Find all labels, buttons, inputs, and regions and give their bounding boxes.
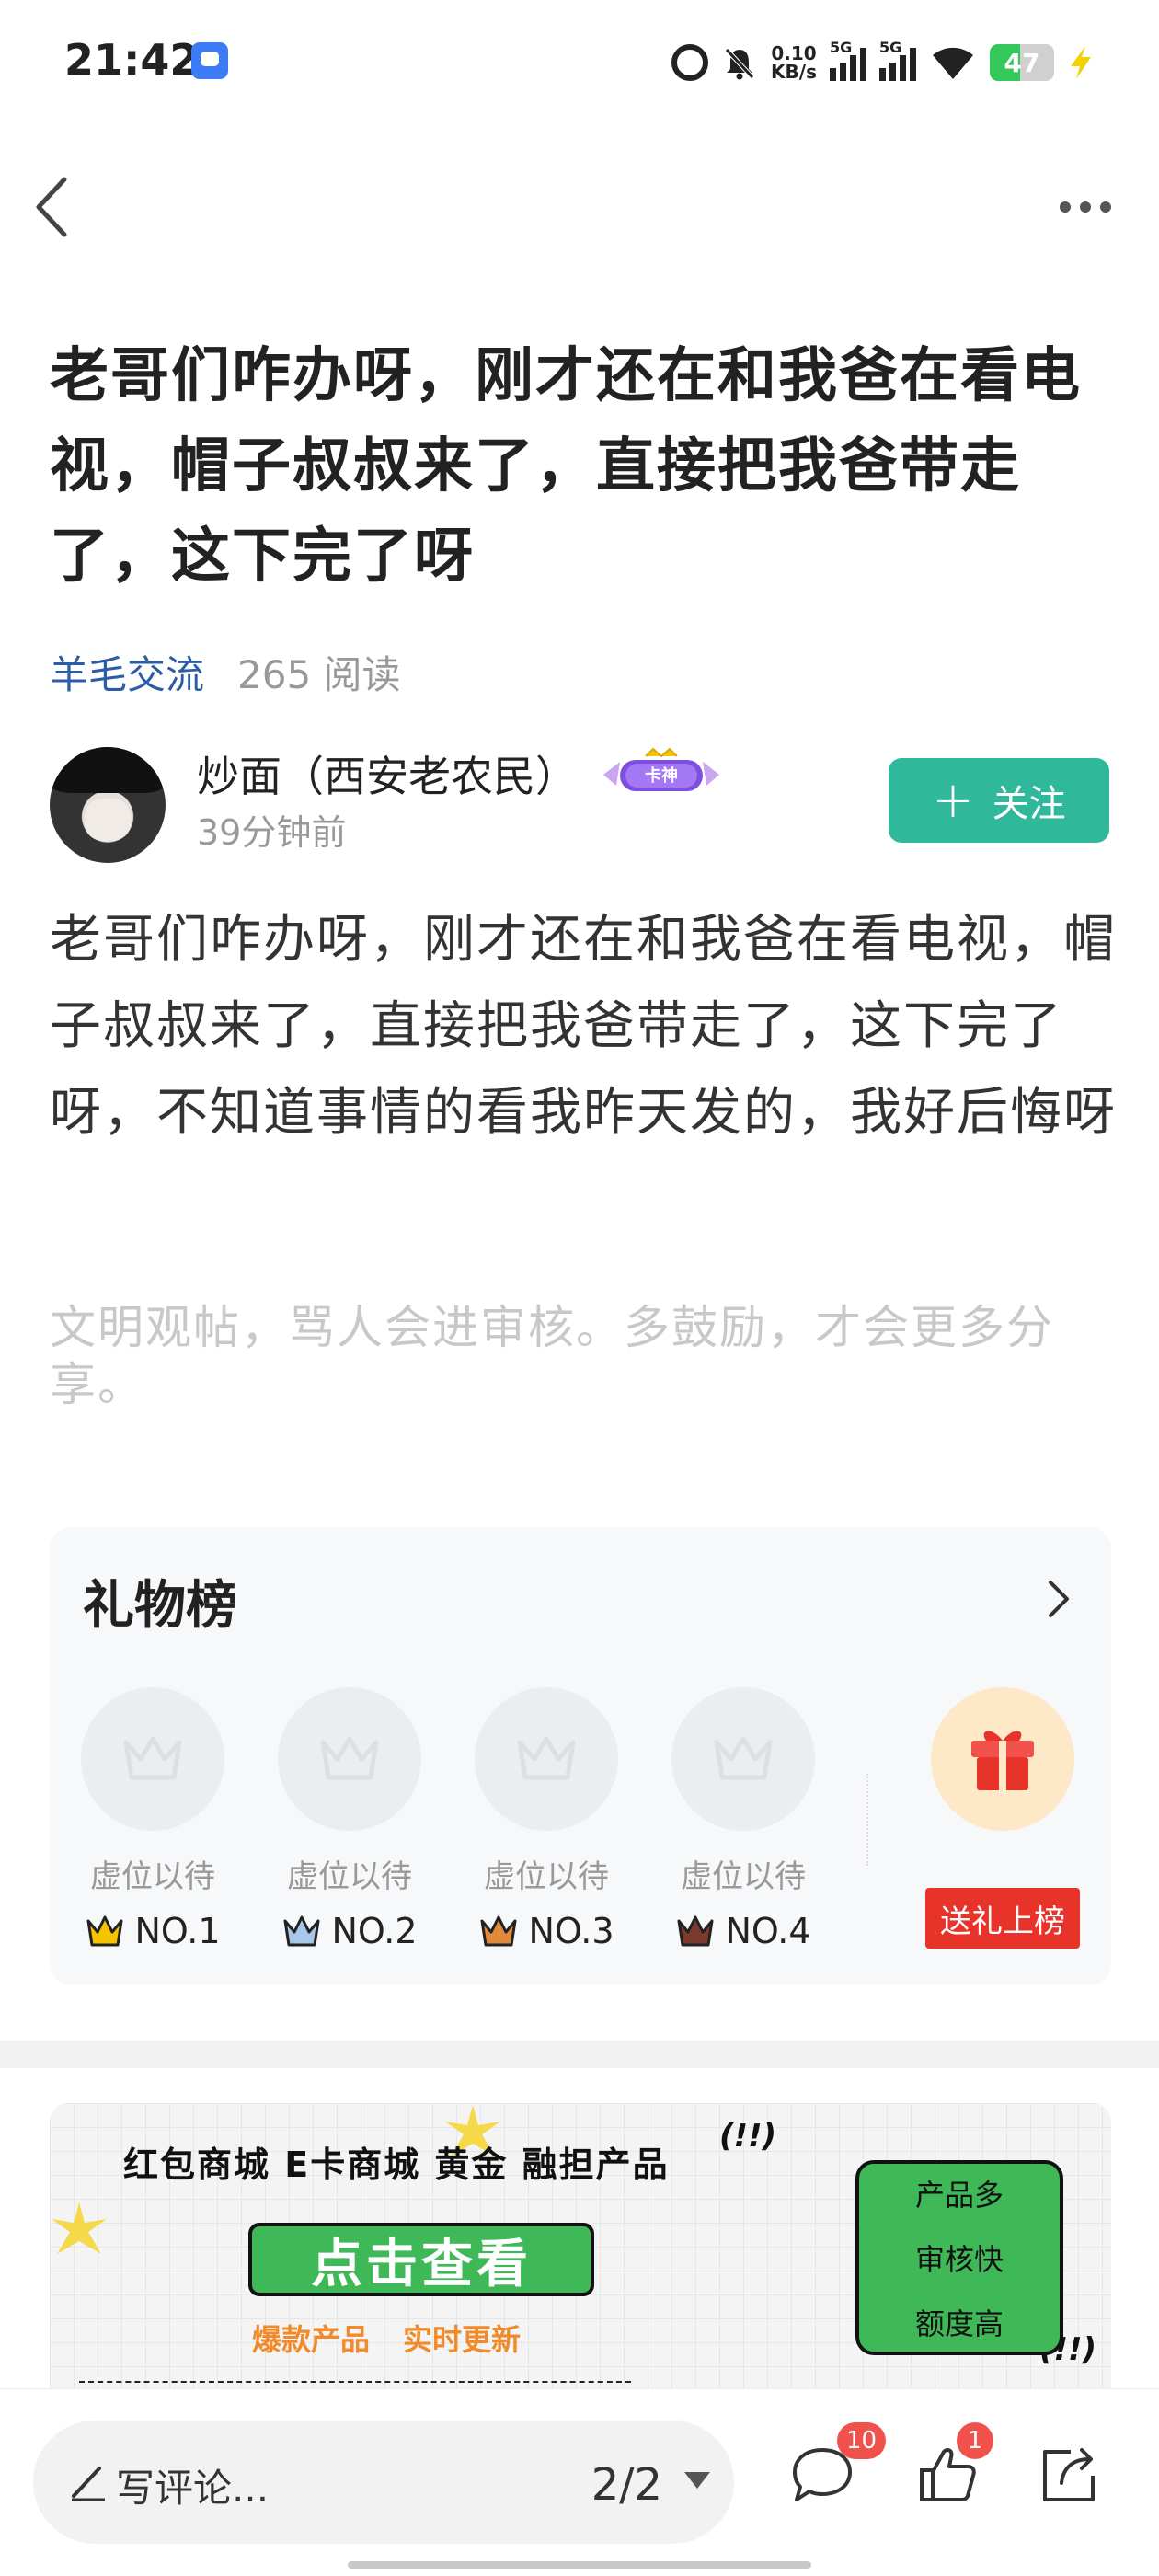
rank-label: NO.4 [671, 1911, 815, 1951]
back-icon[interactable] [28, 170, 83, 244]
plus-icon: + [932, 771, 974, 829]
ad-banner[interactable]: 红包商城 E卡商城 黄金 融担产品 (!!) (!!) 点击查看 爆款产品 实时… [50, 2103, 1111, 2388]
ad-feature: 额度高 [914, 2306, 1004, 2341]
chevron-right-icon[interactable] [1041, 1575, 1074, 1623]
bottom-bar: 写评论... 2/2 10 1 [0, 2388, 1159, 2576]
post-meta: 羊毛交流 265 阅读 [50, 644, 401, 700]
slot-placeholder: 虚位以待 [484, 1858, 609, 1895]
rank-text: NO.2 [331, 1911, 418, 1951]
ad-feature: 审核快 [914, 2242, 1004, 2277]
like-button[interactable]: 1 [912, 2422, 993, 2511]
share-icon [1043, 2448, 1095, 2501]
ad-features: 产品多 审核快 额度高 [855, 2160, 1063, 2355]
slot-placeholder: 虚位以待 [90, 1858, 215, 1895]
home-indicator[interactable] [348, 2561, 811, 2569]
slot-placeholder: 虚位以待 [287, 1858, 412, 1895]
share-button[interactable] [1034, 2441, 1104, 2511]
page-indicator[interactable]: 2/2 [591, 2459, 662, 2511]
author-name[interactable]: 炒面（西安老农民） [197, 743, 578, 804]
gift-board-title: 礼物榜 [83, 1576, 237, 1636]
read-count: 265 阅读 [237, 652, 401, 697]
crown-placeholder-icon [475, 1687, 618, 1831]
ad-tags: 红包商城 E卡商城 黄金 融担产品 [123, 2145, 670, 2185]
avatar[interactable] [50, 747, 166, 863]
category-link[interactable]: 羊毛交流 [50, 644, 204, 700]
rank-text: NO.1 [134, 1911, 221, 1951]
crown-placeholder-icon [81, 1687, 224, 1831]
post-body: 老哥们咋办呀，刚才还在和我爸在看电视，帽子叔叔来了，直接把我爸带走了，这下完了呀… [50, 910, 1117, 1143]
author-badge: 卡神 [603, 747, 719, 791]
rank-label: NO.3 [475, 1911, 618, 1951]
signal-label: 5G [830, 39, 853, 56]
rank-label: NO.1 [81, 1911, 224, 1951]
status-bar: 21:42 0.10 KB/s 5G 5G 47 [0, 0, 1159, 129]
follow-label: 关注 [992, 783, 1066, 825]
ad-cta-button[interactable]: 点击查看 [248, 2223, 594, 2296]
net-speed: 0.10 KB/s [771, 44, 817, 81]
like-count-badge: 1 [957, 2422, 993, 2459]
divider [866, 1774, 868, 1866]
wifi-icon [933, 47, 973, 79]
pen-icon [72, 2467, 105, 2501]
signal-label: 5G [879, 39, 902, 56]
status-icons: 0.10 KB/s 5G 5G 47 [671, 37, 1095, 88]
crown-icon [283, 1915, 320, 1947]
section-separator [0, 2041, 1159, 2068]
rank-label: NO.2 [278, 1911, 421, 1951]
more-icon[interactable] [1049, 179, 1122, 235]
star-decoration-icon [52, 2202, 107, 2254]
comment-button[interactable]: 10 [787, 2422, 887, 2511]
net-speed-unit: KB/s [771, 61, 817, 83]
dropdown-icon[interactable] [684, 2472, 710, 2489]
alarm-icon [671, 44, 709, 81]
rank-text: NO.3 [528, 1911, 614, 1951]
mute-icon [725, 48, 754, 80]
gift-slot[interactable]: 虚位以待 NO.2 [278, 1687, 421, 1951]
battery-icon: 47 [990, 44, 1054, 81]
civility-hint: 文明观帖，骂人会进审核。多鼓励，才会更多分享。 [50, 1301, 1054, 1411]
crown-icon [480, 1915, 517, 1947]
crown-icon [86, 1915, 123, 1947]
gift-slot[interactable]: 虚位以待 NO.3 [475, 1687, 618, 1951]
battery-level: 47 [1004, 48, 1040, 78]
gift-slot[interactable]: 虚位以待 NO.1 [81, 1687, 224, 1951]
ad-subtitle: 爆款产品 实时更新 [252, 2317, 521, 2359]
author-badge-label: 卡神 [645, 765, 678, 786]
gift-board: 礼物榜 虚位以待 NO.1 虚位以待 NO.2 虚位以待 NO.3 虚位以待 N… [50, 1527, 1111, 1985]
gift-slot[interactable]: 虚位以待 NO.4 [671, 1687, 815, 1951]
post-title: 老哥们咋办呀，刚才还在和我爸在看电视，帽子叔叔来了，直接把我爸带走了，这下完了呀 [50, 342, 1082, 591]
crown-icon [677, 1915, 714, 1947]
charging-icon [1071, 46, 1091, 79]
dashed-line [79, 2381, 631, 2383]
comment-count-badge: 10 [837, 2422, 887, 2459]
follow-button[interactable]: + 关注 [889, 758, 1109, 843]
signal-icon: 5G [830, 39, 866, 81]
slot-placeholder: 虚位以待 [681, 1858, 806, 1895]
post-time: 39分钟前 [197, 812, 347, 853]
gift-icon[interactable] [931, 1687, 1074, 1831]
rank-text: NO.4 [725, 1911, 811, 1951]
status-time: 21:42 [64, 35, 200, 85]
signal-icon: 5G [879, 39, 916, 81]
crown-placeholder-icon [278, 1687, 421, 1831]
comment-placeholder: 写评论... [116, 2466, 270, 2511]
ad-sub-label: 实时更新 [403, 2322, 522, 2357]
ad-sub-label: 爆款产品 [252, 2322, 371, 2357]
app-icon [191, 42, 228, 79]
comment-input[interactable]: 写评论... 2/2 [33, 2421, 734, 2544]
ad-feature: 产品多 [914, 2178, 1004, 2213]
net-speed-value: 0.10 [771, 42, 817, 64]
crown-placeholder-icon [671, 1687, 815, 1831]
ad-exclaim: (!!) [719, 2118, 777, 2155]
send-gift-button[interactable]: 送礼上榜 [925, 1888, 1080, 1949]
